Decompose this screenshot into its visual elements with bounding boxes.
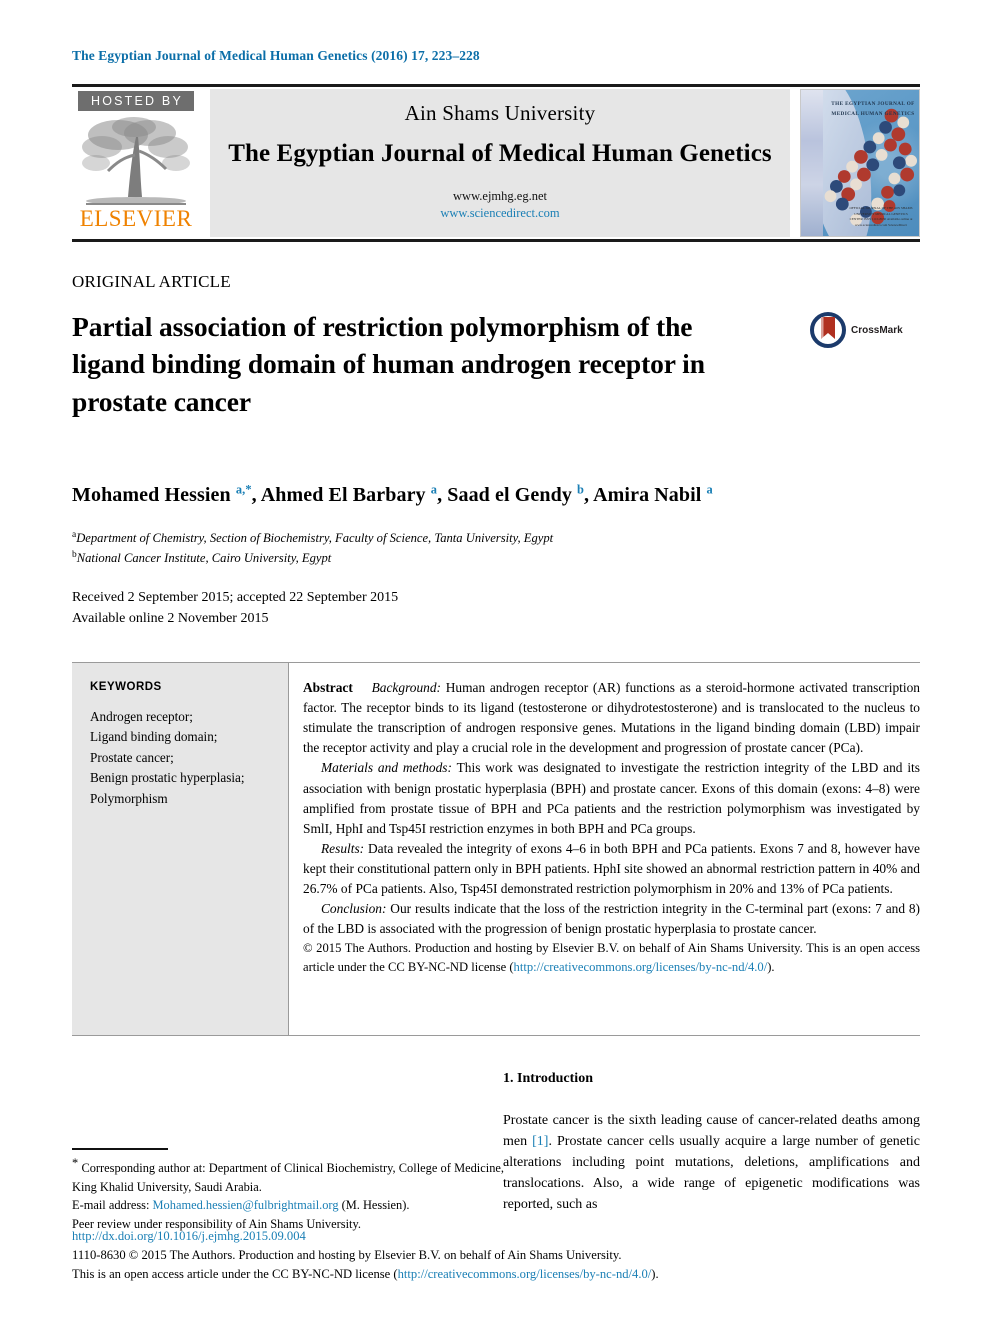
author-list: Mohamed Hessien a,*, Ahmed El Barbary a,… xyxy=(72,482,713,507)
keyword-item: Androgen receptor; xyxy=(90,709,193,724)
crossmark-icon xyxy=(810,312,846,348)
keyword-item: Benign prostatic hyperplasia; xyxy=(90,770,245,786)
abstract-column-divider xyxy=(288,662,289,1036)
journal-cover-thumbnail: THE EGYPTIAN JOURNAL OF MEDICAL HUMAN GE… xyxy=(800,89,920,237)
doi-link[interactable]: http://dx.doi.org/10.1016/j.ejmhg.2015.0… xyxy=(72,1229,306,1244)
keywords-heading: KEYWORDS xyxy=(90,681,162,693)
corresponding-author-note: * Corresponding author at: Department of… xyxy=(72,1154,504,1196)
footnote-block: * Corresponding author at: Department of… xyxy=(72,1154,504,1234)
bottom-copyright-block: 1110-8630 © 2015 The Authors. Production… xyxy=(72,1246,772,1283)
keywords-list: Androgen receptor; Ligand binding domain… xyxy=(90,707,274,809)
elsevier-tree-icon xyxy=(78,113,194,209)
intro-text-b: . Prostate cancer cells usually acquire … xyxy=(503,1134,920,1212)
keyword-item: Ligand binding domain; xyxy=(90,729,218,745)
crossmark-label: CrossMark xyxy=(851,324,903,336)
affiliation-b-text: National Cancer Institute, Cairo Univers… xyxy=(76,551,332,566)
affiliation-a-text: Department of Chemistry, Section of Bioc… xyxy=(76,531,554,546)
journal-url[interactable]: www.ejmhg.eg.net xyxy=(440,188,559,205)
received-date: Received 2 September 2015; accepted 22 S… xyxy=(72,590,399,605)
crossmark-badge-group[interactable]: CrossMark xyxy=(810,312,903,348)
keyword-item: Prostate cancer; xyxy=(90,749,174,765)
section-heading-introduction: 1. Introduction xyxy=(503,1071,593,1086)
elsevier-logo-block: HOSTED BY ELSEVIER xyxy=(72,89,200,237)
license-prefix: This is an open access article under the… xyxy=(72,1266,398,1281)
abstract-copyright: © 2015 The Authors. Production and hosti… xyxy=(303,939,920,976)
abstract-methods-paragraph: Materials and methods: This work was des… xyxy=(303,758,920,838)
cover-footer-text: OFFICIAL JOURNAL OF THE AIN SHAMS UNIVER… xyxy=(849,206,913,227)
abstract-results-paragraph: Results: Data revealed the integrity of … xyxy=(303,839,920,899)
journal-masthead: HOSTED BY ELSEVIER Ain Shams University … xyxy=(72,84,920,242)
abstract-body: Abstract Background: Human androgen rece… xyxy=(303,678,920,976)
sciencedirect-url[interactable]: www.sciencedirect.com xyxy=(440,205,559,222)
affiliation-list: aDepartment of Chemistry, Section of Bio… xyxy=(72,528,553,568)
license-suffix: ). xyxy=(651,1266,659,1281)
email-label: E-mail address: xyxy=(72,1198,150,1213)
abstract-conclusion-paragraph: Conclusion: Our results indicate that th… xyxy=(303,899,920,939)
running-head: The Egyptian Journal of Medical Human Ge… xyxy=(72,48,480,63)
society-name: Ain Shams University xyxy=(404,100,596,125)
abstract-conclusion-label: Conclusion: xyxy=(321,901,387,917)
keywords-panel: KEYWORDS Androgen receptor; Ligand bindi… xyxy=(72,663,288,1035)
masthead-bottom-rule xyxy=(72,239,920,242)
keyword-item: Polymorphism xyxy=(90,790,168,806)
affiliation-a: aDepartment of Chemistry, Section of Bio… xyxy=(72,530,554,546)
introduction-paragraph: Prostate cancer is the sixth leading cau… xyxy=(503,1110,920,1215)
cover-title-text: THE EGYPTIAN JOURNAL OF MEDICAL HUMAN GE… xyxy=(831,101,915,117)
affiliation-b: bNational Cancer Institute, Cairo Univer… xyxy=(72,550,332,566)
journal-title-panel: Ain Shams University The Egyptian Journa… xyxy=(210,89,790,237)
page-title: Partial association of restriction polym… xyxy=(72,311,705,417)
citation-ref-1[interactable]: [1] xyxy=(532,1134,548,1149)
abstract-copyright-tail: ). xyxy=(767,959,775,974)
bottom-cc-license-link[interactable]: http://creativecommons.org/licenses/by-n… xyxy=(398,1267,652,1281)
abstract-results-label: Results: xyxy=(321,840,365,856)
email-suffix: (M. Hessien). xyxy=(341,1198,410,1213)
authors-text: Mohamed Hessien a,*, Ahmed El Barbary a,… xyxy=(72,482,713,506)
abstract-label: Abstract xyxy=(303,680,353,695)
article-type-label: ORIGINAL ARTICLE xyxy=(72,272,231,291)
hosted-by-badge: HOSTED BY xyxy=(78,91,194,111)
abstract-background-label: Background: xyxy=(371,680,442,695)
license-line: This is an open access article under the… xyxy=(72,1265,772,1284)
footnote-rule xyxy=(72,1148,168,1150)
email-note: E-mail address: Mohamed.hessien@fulbrigh… xyxy=(72,1196,504,1215)
article-first-page: The Egyptian Journal of Medical Human Ge… xyxy=(0,0,992,1323)
masthead-top-rule xyxy=(72,84,920,87)
abstract-bottom-rule xyxy=(72,1035,920,1036)
corresponding-author-text: Corresponding author at: Department of C… xyxy=(72,1161,504,1194)
email-link[interactable]: Mohamed.hessien@fulbrightmail.org xyxy=(153,1198,339,1212)
abstract-conclusion-text: Our results indicate that the loss of th… xyxy=(303,901,920,937)
corresponding-marker: * xyxy=(72,1156,79,1170)
available-online-date: Available online 2 November 2015 xyxy=(72,610,269,626)
abstract-background-paragraph: Abstract Background: Human androgen rece… xyxy=(303,678,920,758)
issn-copyright-line: 1110-8630 © 2015 The Authors. Production… xyxy=(72,1248,622,1262)
abstract-results-text: Data revealed the integrity of exons 4–6… xyxy=(303,840,920,897)
journal-title: The Egyptian Journal of Medical Human Ge… xyxy=(228,139,772,167)
elsevier-wordmark: ELSEVIER xyxy=(79,206,193,231)
cc-license-link[interactable]: http://creativecommons.org/licenses/by-n… xyxy=(514,960,768,974)
abstract-methods-label: Materials and methods: xyxy=(321,760,452,776)
publication-dates: Received 2 September 2015; accepted 22 S… xyxy=(72,588,398,629)
